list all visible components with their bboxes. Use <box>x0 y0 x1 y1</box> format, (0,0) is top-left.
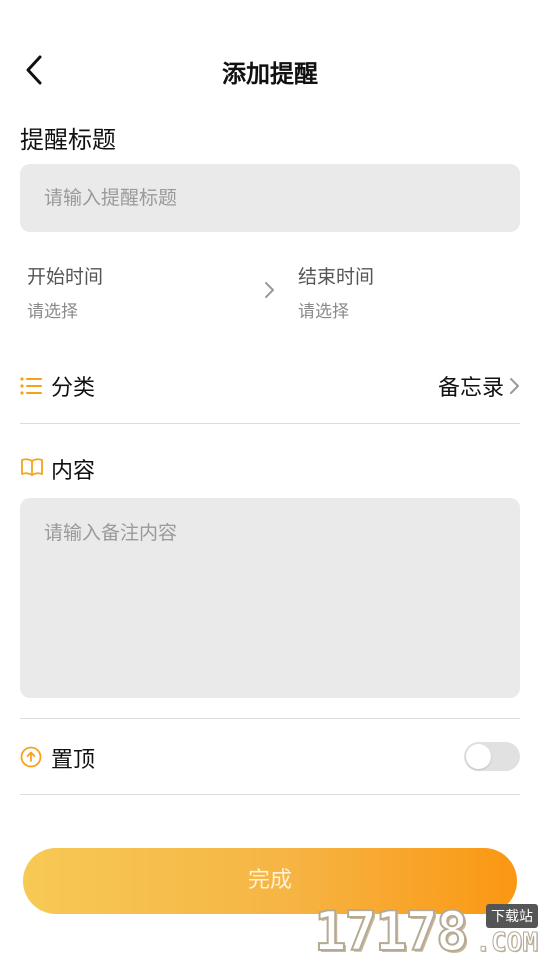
content-header: 内容 <box>20 449 520 489</box>
reminder-title-input[interactable] <box>20 164 520 232</box>
start-time-value: 请选择 <box>27 302 78 322</box>
book-icon <box>21 458 43 476</box>
page-title: 添加提醒 <box>222 60 318 88</box>
end-time-value: 请选择 <box>298 302 349 322</box>
toggle-knob <box>466 744 491 769</box>
pin-toggle[interactable] <box>464 742 520 771</box>
header-bar: 添加提醒 <box>0 40 540 100</box>
pin-label: 置顶 <box>51 748 96 773</box>
divider <box>20 423 520 424</box>
reminder-title-label: 提醒标题 <box>20 126 116 154</box>
end-time-label: 结束时间 <box>298 266 375 288</box>
start-time-label: 开始时间 <box>27 266 104 288</box>
category-label: 分类 <box>51 376 96 401</box>
watermark-logo: 17178 下载站 .COM <box>313 898 540 960</box>
chevron-right-icon <box>265 282 274 298</box>
list-icon <box>20 377 42 395</box>
end-time-picker[interactable]: 结束时间 请选择 <box>298 262 518 322</box>
divider <box>20 718 520 719</box>
category-row[interactable]: 分类 备忘录 <box>20 366 520 406</box>
content-label: 内容 <box>51 459 96 484</box>
pin-row: 置顶 <box>20 738 520 778</box>
start-time-picker[interactable]: 开始时间 请选择 <box>27 262 247 322</box>
content-textarea[interactable] <box>20 498 520 698</box>
watermark-digits: 17178 <box>313 899 470 960</box>
divider <box>20 794 520 795</box>
chevron-right-icon <box>510 378 519 394</box>
category-value: 备忘录 <box>437 376 504 401</box>
watermark-badge: 下载站 <box>486 904 538 928</box>
arrow-up-circle-icon <box>20 746 42 768</box>
watermark-domain: .COM <box>475 928 539 959</box>
